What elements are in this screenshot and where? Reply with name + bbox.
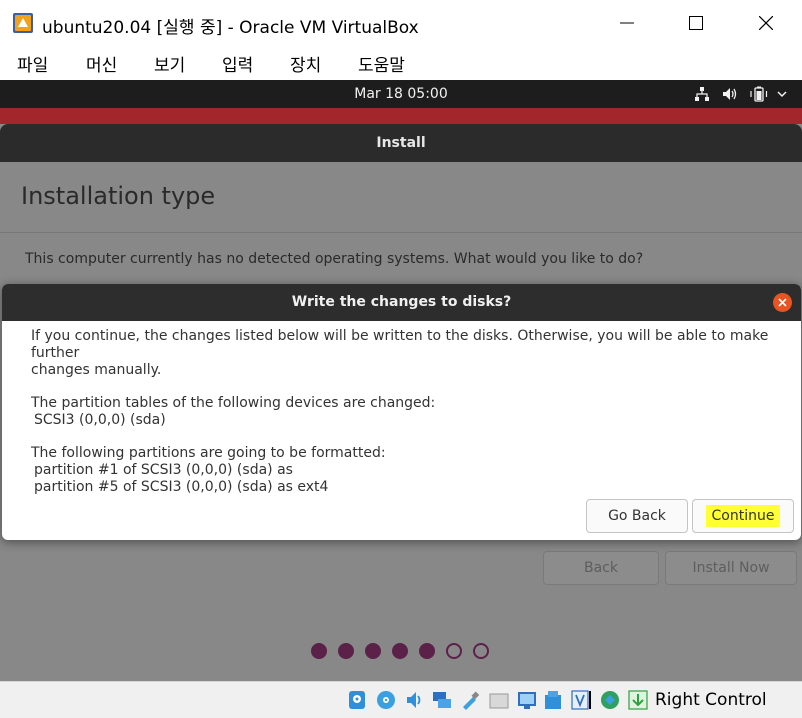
partition-tables-heading: The partition tables of the following de…	[31, 395, 436, 411]
close-icon	[759, 16, 773, 30]
minimize-icon	[620, 22, 634, 24]
dropdown-arrow-icon[interactable]	[776, 86, 788, 102]
divider	[0, 232, 802, 233]
menu-help[interactable]: 도움말	[358, 51, 405, 76]
installation-question: This computer currently has no detected …	[25, 251, 644, 267]
virtualbox-app-icon[interactable]	[12, 12, 34, 34]
go-back-button-label: Go Back	[608, 508, 666, 524]
partition-item: partition #1 of SCSI3 (0,0,0) (sda) as	[34, 462, 293, 478]
battery-icon[interactable]	[750, 86, 768, 102]
dialog-close-button[interactable]	[773, 293, 792, 312]
go-back-button[interactable]: Go Back	[586, 499, 688, 533]
audio-icon[interactable]	[404, 689, 426, 711]
virtualization-icon[interactable]	[569, 689, 591, 711]
changed-device: SCSI3 (0,0,0) (sda)	[34, 412, 166, 428]
network-adapter-icon[interactable]	[431, 689, 453, 711]
page-title: Installation type	[21, 182, 216, 210]
continue-button[interactable]: Continue	[692, 499, 794, 533]
dialog-title: Write the changes to disks?	[291, 294, 512, 310]
close-button[interactable]	[737, 0, 795, 46]
optical-drive-icon[interactable]	[375, 689, 397, 711]
host-key-label: Right Control	[655, 690, 767, 710]
format-heading: The following partitions are going to be…	[31, 445, 386, 461]
menu-file[interactable]: 파일	[17, 51, 48, 76]
write-changes-dialog: Write the changes to disks? If you conti…	[2, 284, 801, 540]
progress-dot-complete	[365, 643, 381, 659]
install-now-button[interactable]: Install Now	[665, 551, 797, 585]
hard-disk-icon[interactable]	[346, 689, 368, 711]
dialog-message: If you continue, the changes listed belo…	[31, 328, 781, 496]
back-button-label: Back	[584, 560, 618, 576]
menu-bar: 파일 머신 보기 입력 장치 도움말	[0, 46, 802, 80]
desktop-wallpaper	[0, 108, 802, 124]
display-icon[interactable]	[516, 689, 538, 711]
maximize-button[interactable]	[667, 0, 725, 46]
progress-dot-complete	[338, 643, 354, 659]
dialog-line: changes manually.	[31, 362, 162, 378]
menu-devices[interactable]: 장치	[290, 51, 321, 76]
shared-folders-icon[interactable]	[488, 689, 510, 711]
close-icon	[778, 298, 787, 307]
volume-icon[interactable]	[722, 86, 738, 102]
vbox-statusbar: Right Control	[0, 681, 802, 718]
maximize-icon	[689, 16, 703, 30]
menu-input[interactable]: 입력	[222, 51, 253, 76]
installer-title: Install	[376, 135, 426, 151]
menu-view[interactable]: 보기	[154, 51, 185, 76]
continue-button-label: Continue	[705, 505, 781, 527]
window-titlebar: ubuntu20.04 [실행 중] - Oracle VM VirtualBo…	[0, 0, 802, 46]
usb-icon[interactable]	[459, 689, 481, 711]
minimize-button[interactable]	[598, 0, 656, 46]
progress-dot-pending	[446, 643, 462, 659]
back-button[interactable]: Back	[543, 551, 659, 585]
install-now-button-label: Install Now	[692, 560, 770, 576]
progress-dot-complete	[392, 643, 408, 659]
host-key-arrow-icon[interactable]	[627, 689, 649, 711]
progress-dot-complete	[419, 643, 435, 659]
ubuntu-top-panel: Mar 18 05:00	[0, 80, 802, 108]
network-icon[interactable]	[694, 86, 710, 102]
progress-dot-complete	[311, 643, 327, 659]
mouse-integration-icon[interactable]	[599, 689, 621, 711]
clock[interactable]: Mar 18 05:00	[0, 86, 802, 102]
dialog-header: Write the changes to disks?	[2, 284, 801, 321]
video-capture-icon[interactable]	[542, 689, 564, 711]
menu-machine[interactable]: 머신	[86, 51, 117, 76]
progress-dot-pending	[473, 643, 489, 659]
progress-dots	[311, 643, 489, 659]
partition-item: partition #5 of SCSI3 (0,0,0) (sda) as e…	[34, 479, 329, 495]
window-title: ubuntu20.04 [실행 중] - Oracle VM VirtualBo…	[42, 18, 419, 38]
dialog-line: If you continue, the changes listed belo…	[31, 328, 769, 361]
installer-header: Install	[0, 124, 802, 162]
